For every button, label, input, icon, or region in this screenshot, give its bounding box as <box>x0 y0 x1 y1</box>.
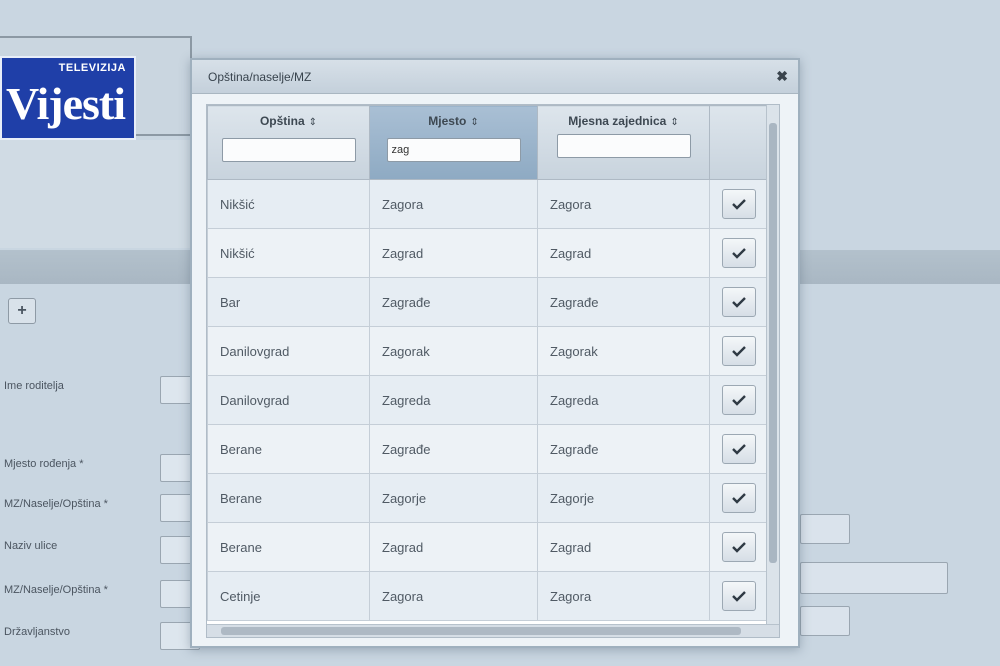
table-row[interactable]: Berane Zagorje Zagorje <box>207 473 768 523</box>
checkmark-icon <box>731 591 746 602</box>
horizontal-scroll-thumb[interactable] <box>221 627 741 635</box>
filter-input-opstina[interactable] <box>221 138 356 162</box>
cell-opstina: Berane <box>207 424 370 474</box>
table-body: Nikšić Zagora Zagora Nikšić Zagrad Zagra… <box>207 179 768 621</box>
select-button[interactable] <box>721 581 756 611</box>
checkmark-icon <box>731 444 746 455</box>
cell-opstina: Danilovgrad <box>207 375 370 425</box>
column-label-opstina: Opština <box>259 114 305 128</box>
vertical-scroll-thumb[interactable] <box>769 123 777 563</box>
cell-opstina: Nikšić <box>207 228 370 278</box>
select-button[interactable] <box>721 434 756 464</box>
background-panel-lower <box>0 140 200 248</box>
column-header-select <box>709 105 768 180</box>
right-field-1[interactable] <box>800 514 850 544</box>
cell-mjesna-zajednica: Zagrad <box>537 228 710 278</box>
vertical-scrollbar[interactable] <box>766 105 779 637</box>
cell-mjesto: Zagrađe <box>369 424 538 474</box>
checkmark-icon <box>731 297 746 308</box>
cell-mjesna-zajednica: Zagorje <box>537 473 710 523</box>
table-row[interactable]: Bar Zagrađe Zagrađe <box>207 277 768 327</box>
citizenship-label: Državljanstvo <box>4 626 71 638</box>
cell-mjesto: Zagrad <box>369 228 538 278</box>
checkmark-icon <box>731 542 746 553</box>
cell-mjesna-zajednica: Zagrad <box>537 522 710 572</box>
cell-mjesna-zajednica: Zagorak <box>537 326 710 376</box>
checkmark-icon <box>731 248 746 259</box>
column-label-mjesto: Mjesto <box>428 114 467 128</box>
location-grid: Opština⇕ Mjesto⇕ Mjesna zajednica⇕ <box>206 104 780 638</box>
filter-input-mjesna-zajednica[interactable] <box>556 134 691 158</box>
right-field-2[interactable] <box>800 562 948 594</box>
select-button[interactable] <box>721 287 756 317</box>
birth-mz-label: MZ/Naselje/Opština * <box>4 498 108 510</box>
select-button[interactable] <box>721 385 756 415</box>
select-button[interactable] <box>721 336 756 366</box>
filter-input-mjesto[interactable] <box>386 138 521 162</box>
select-button[interactable] <box>721 238 756 268</box>
column-header-opstina[interactable]: Opština ⇕ <box>207 105 370 180</box>
cell-mjesna-zajednica: Zagora <box>537 179 710 229</box>
cell-mjesto: Zagreda <box>369 375 538 425</box>
select-button[interactable] <box>721 189 756 219</box>
cell-mjesto: Zagorje <box>369 473 538 523</box>
residence-mz-label: MZ/Naselje/Opština * <box>4 584 108 596</box>
dialog-titlebar[interactable]: Opština/naselje/MZ ✖ <box>192 60 798 94</box>
cell-opstina: Cetinje <box>207 571 370 621</box>
sort-icon[interactable]: ⇕ <box>470 117 478 128</box>
cell-mjesto: Zagrađe <box>369 277 538 327</box>
cell-mjesna-zajednica: Zagora <box>537 571 710 621</box>
dialog-title: Opština/naselje/MZ <box>208 70 312 84</box>
close-icon[interactable]: ✖ <box>776 68 788 85</box>
birthplace-label: Mjesto rođenja * <box>4 458 84 470</box>
parent-name-label: Ime roditelja <box>4 380 64 392</box>
right-field-3[interactable] <box>800 606 850 636</box>
table-row[interactable]: Berane Zagrađe Zagrađe <box>207 424 768 474</box>
checkmark-icon <box>731 199 746 210</box>
horizontal-scrollbar[interactable] <box>207 624 779 637</box>
cell-mjesna-zajednica: Zagrađe <box>537 424 710 474</box>
column-header-mjesto[interactable]: Mjesto ⇕ <box>369 105 538 180</box>
logo-title: Vijesti <box>6 78 126 129</box>
table-row[interactable]: Nikšić Zagora Zagora <box>207 179 768 229</box>
cell-mjesna-zajednica: Zagreda <box>537 375 710 425</box>
select-button[interactable] <box>721 483 756 513</box>
sort-icon[interactable]: ⇕ <box>309 117 317 128</box>
cell-opstina: Berane <box>207 522 370 572</box>
table-row[interactable]: Nikšić Zagrad Zagrad <box>207 228 768 278</box>
sort-icon[interactable]: ⇕ <box>670 117 678 128</box>
column-header-mjesna-zajednica[interactable]: Mjesna zajednica ⇕ <box>537 105 710 180</box>
cell-opstina: Nikšić <box>207 179 370 229</box>
cell-opstina: Danilovgrad <box>207 326 370 376</box>
location-picker-dialog: Opština/naselje/MZ ✖ Opština ⇕ Mjesto ⇕ … <box>190 58 800 648</box>
tv-vijesti-logo: TELEVIZIJA Vijesti <box>0 56 136 140</box>
checkmark-icon <box>731 493 746 504</box>
table-header-row: Opština⇕ Mjesto⇕ Mjesna zajednica⇕ <box>207 105 768 180</box>
street-label: Naziv ulice <box>4 540 58 552</box>
checkmark-icon <box>731 346 746 357</box>
location-table: Opština⇕ Mjesto⇕ Mjesna zajednica⇕ <box>207 105 768 621</box>
cell-mjesto: Zagora <box>369 571 538 621</box>
table-row[interactable]: Berane Zagrad Zagrad <box>207 522 768 572</box>
column-label-mjesna-zajednica: Mjesna zajednica <box>568 114 667 128</box>
cell-opstina: Berane <box>207 473 370 523</box>
table-row[interactable]: Danilovgrad Zagorak Zagorak <box>207 326 768 376</box>
cell-mjesna-zajednica: Zagrađe <box>537 277 710 327</box>
cell-opstina: Bar <box>207 277 370 327</box>
cell-mjesto: Zagrad <box>369 522 538 572</box>
table-row[interactable]: Danilovgrad Zagreda Zagreda <box>207 375 768 425</box>
checkmark-icon <box>731 395 746 406</box>
add-button[interactable]: + <box>8 298 36 324</box>
table-row[interactable]: Cetinje Zagora Zagora <box>207 571 768 621</box>
select-button[interactable] <box>721 532 756 562</box>
cell-mjesto: Zagorak <box>369 326 538 376</box>
logo-subtitle: TELEVIZIJA <box>58 62 126 74</box>
cell-mjesto: Zagora <box>369 179 538 229</box>
